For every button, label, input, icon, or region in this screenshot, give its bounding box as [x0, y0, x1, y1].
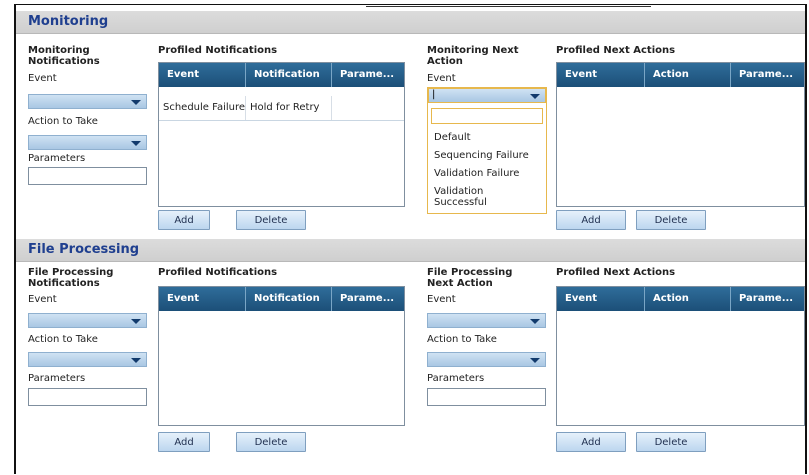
action-to-take-label: Action to Take	[28, 334, 98, 345]
parameters-label: Parameters	[28, 153, 86, 164]
profiled-notifications-grid[interactable]: Event Notification Parame... Schedule Fa…	[158, 62, 405, 207]
delete-next-action-button[interactable]: Delete	[636, 432, 706, 452]
column-header-event[interactable]: Event	[159, 63, 246, 87]
chevron-down-icon	[131, 141, 141, 146]
dropdown-option-default[interactable]: Default	[434, 132, 471, 143]
column-header-parameters[interactable]: Parame...	[731, 287, 804, 311]
column-header-parameters[interactable]: Parame...	[332, 63, 404, 87]
divider	[366, 6, 651, 7]
profiled-next-actions-title: Profiled Next Actions	[556, 267, 676, 278]
column-header-notification[interactable]: Notification	[246, 287, 332, 311]
profiled-notifications-grid[interactable]: Event Notification Parame...	[158, 286, 405, 426]
action-to-take-select[interactable]	[28, 135, 147, 150]
chevron-down-icon	[530, 94, 540, 99]
event-cell: Schedule Failure	[159, 96, 246, 120]
configuration-panel: Monitoring Monitoring Notifications Even…	[14, 4, 807, 474]
section-title: File Processing	[28, 242, 140, 257]
add-next-action-button[interactable]: Add	[556, 210, 626, 230]
select-caret: |	[432, 89, 436, 100]
action-to-take-select[interactable]	[427, 352, 546, 367]
delete-notification-button[interactable]: Delete	[236, 432, 306, 452]
grid-header: Event Action Parame...	[557, 63, 804, 87]
profiled-next-actions-title: Profiled Next Actions	[556, 45, 676, 56]
delete-next-action-button[interactable]: Delete	[636, 210, 706, 230]
grid-header: Event Notification Parame...	[159, 63, 404, 87]
add-notification-button[interactable]: Add	[158, 210, 210, 230]
profiled-next-actions-grid[interactable]: Event Action Parame...	[556, 286, 805, 426]
dropdown-option-validation-failure[interactable]: Validation Failure	[434, 168, 519, 179]
action-to-take-label: Action to Take	[427, 334, 497, 345]
dropdown-option-validation-successful[interactable]: Validation Successful	[434, 186, 504, 208]
parameters-label: Parameters	[28, 373, 86, 384]
grid-header: Event Action Parame...	[557, 287, 804, 311]
file-processing-notifications-title: File Processing Notifications	[28, 267, 114, 289]
section-title: Monitoring	[28, 14, 109, 29]
dropdown-option-empty[interactable]	[431, 108, 543, 124]
column-header-action[interactable]: Action	[645, 63, 731, 87]
event-label: Event	[427, 73, 456, 84]
parameters-input[interactable]	[28, 167, 147, 185]
next-action-event-select[interactable]: |	[428, 88, 546, 103]
chevron-down-icon	[530, 319, 540, 324]
profiled-notifications-title: Profiled Notifications	[158, 45, 278, 56]
add-next-action-button[interactable]: Add	[556, 432, 626, 452]
file-processing-next-action-title: File Processing Next Action	[427, 267, 513, 289]
action-to-take-select[interactable]	[28, 352, 147, 367]
column-header-event[interactable]: Event	[557, 63, 645, 87]
add-notification-button[interactable]: Add	[158, 432, 210, 452]
column-header-action[interactable]: Action	[645, 287, 731, 311]
chevron-down-icon	[131, 358, 141, 363]
column-header-event[interactable]: Event	[557, 287, 645, 311]
action-to-take-label: Action to Take	[28, 116, 98, 127]
notification-cell: Hold for Retry	[246, 96, 332, 120]
column-header-parameters[interactable]: Parame...	[332, 287, 404, 311]
event-label: Event	[28, 294, 57, 305]
file-processing-section-header: File Processing	[16, 239, 805, 262]
monitoring-section-header: Monitoring	[16, 11, 805, 34]
next-action-event-dropdown[interactable]: | Default Sequencing Failure Validation …	[427, 87, 547, 214]
parameters-input[interactable]	[427, 388, 546, 406]
event-select[interactable]	[28, 313, 147, 328]
parameters-cell	[332, 96, 404, 120]
table-row[interactable]: Schedule Failure Hold for Retry	[159, 96, 404, 121]
grid-header: Event Notification Parame...	[159, 287, 404, 311]
chevron-down-icon	[530, 358, 540, 363]
event-select[interactable]	[28, 94, 147, 109]
monitoring-notifications-title: Monitoring Notifications	[28, 45, 100, 67]
event-label: Event	[427, 294, 456, 305]
parameters-input[interactable]	[28, 388, 147, 406]
dropdown-option-sequencing-failure[interactable]: Sequencing Failure	[434, 150, 529, 161]
profiled-next-actions-grid[interactable]: Event Action Parame...	[556, 62, 805, 207]
monitoring-next-action-title: Monitoring Next Action	[427, 45, 519, 67]
chevron-down-icon	[131, 319, 141, 324]
parameters-label: Parameters	[427, 373, 485, 384]
chevron-down-icon	[131, 100, 141, 105]
next-action-event-select[interactable]	[427, 313, 546, 328]
event-label: Event	[28, 73, 57, 84]
column-header-event[interactable]: Event	[159, 287, 246, 311]
delete-notification-button[interactable]: Delete	[236, 210, 306, 230]
column-header-parameters[interactable]: Parame...	[731, 63, 804, 87]
profiled-notifications-title: Profiled Notifications	[158, 267, 278, 278]
column-header-notification[interactable]: Notification	[246, 63, 332, 87]
